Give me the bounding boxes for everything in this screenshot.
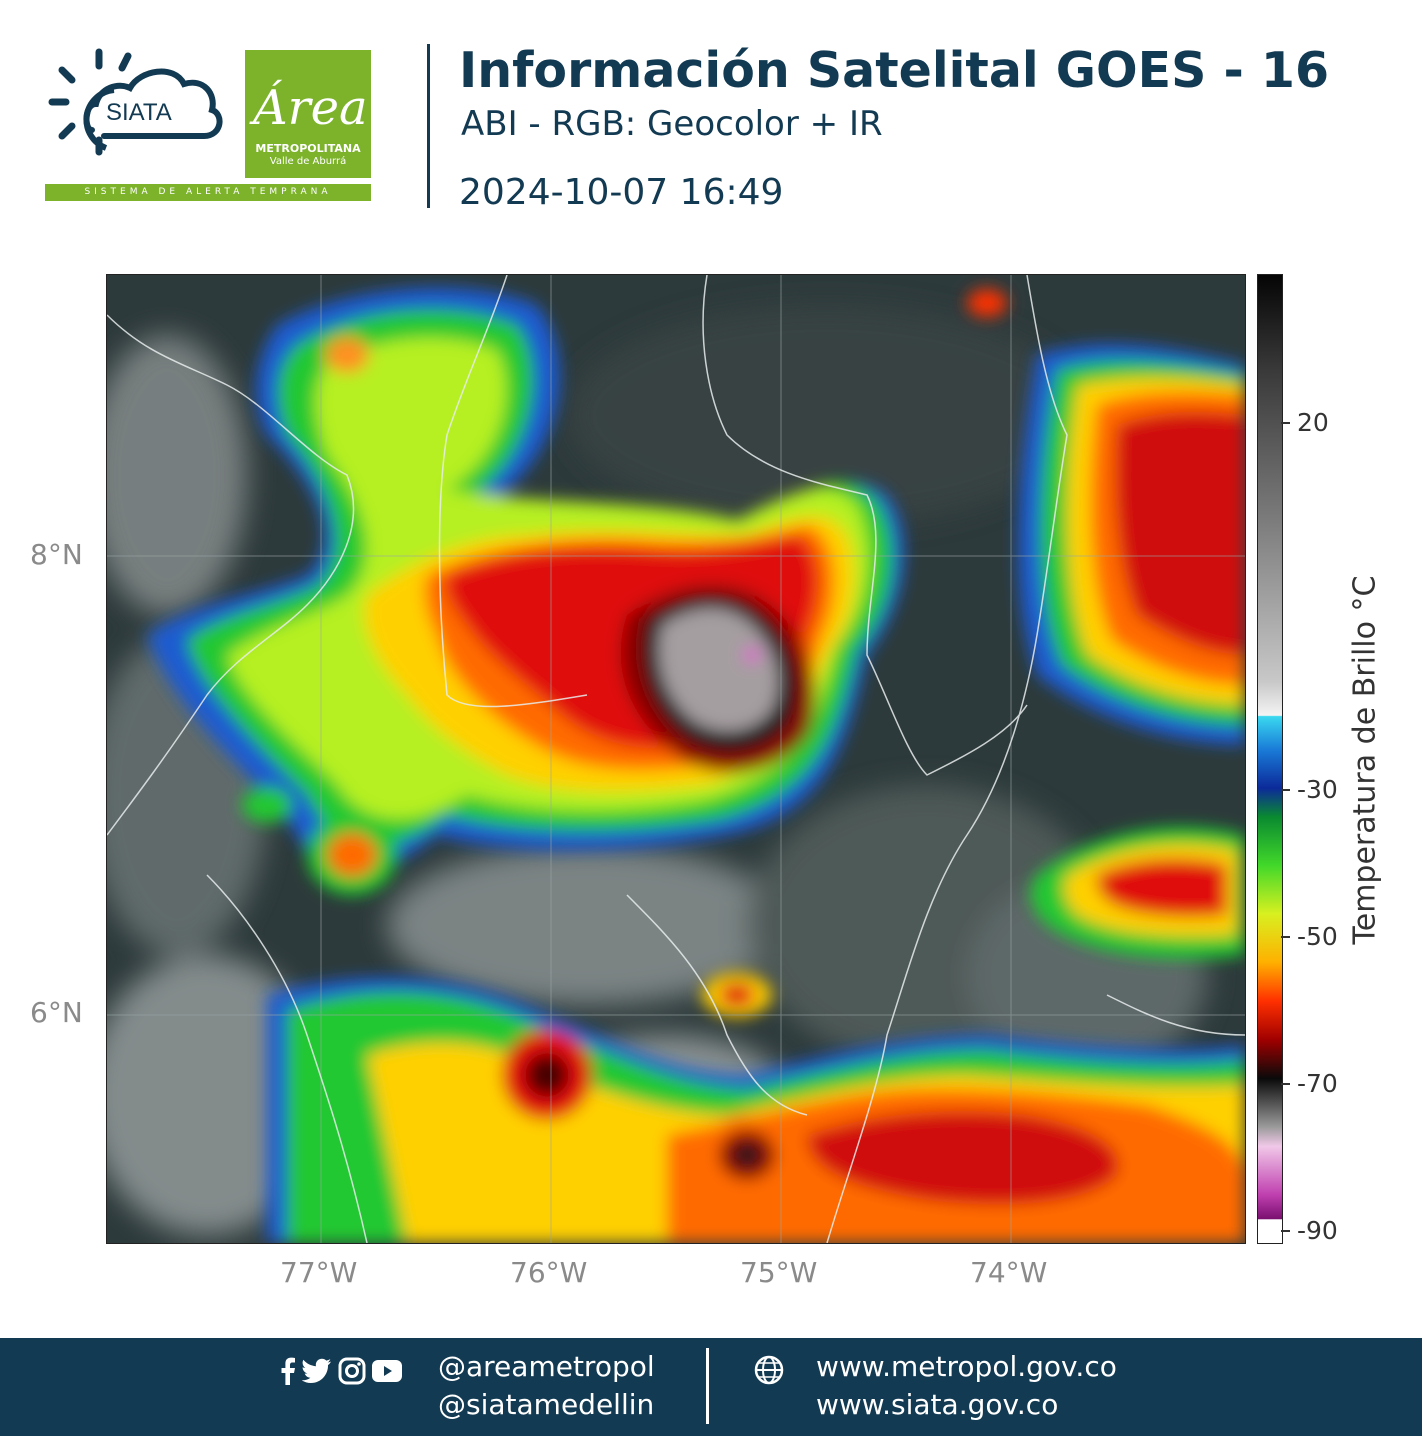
sun-cloud-icon: SIATA <box>48 48 223 156</box>
colorbar-label: -50 <box>1297 922 1338 951</box>
lon-label-74w: 74°W <box>970 1256 1048 1289</box>
area-logo-line1: METROPOLITANA <box>255 142 361 155</box>
area-logo-script: Área <box>253 80 368 136</box>
colorbar-tick <box>1281 789 1290 791</box>
lon-label-75w: 75°W <box>740 1256 818 1289</box>
page-title: Información Satelital GOES - 16 <box>459 42 1330 99</box>
area-logo-line2: Valle de Aburrá <box>269 156 347 167</box>
lon-label-77w: 77°W <box>280 1256 358 1289</box>
globe-icon <box>753 1354 785 1390</box>
header-divider <box>427 44 430 208</box>
lat-label-6n: 6°N <box>30 996 83 1029</box>
social-handle-1[interactable]: @areametropol <box>438 1350 655 1383</box>
colorbar-tick <box>1281 936 1290 938</box>
footer: @areametropol @siatamedellin www.metropo… <box>0 1338 1422 1436</box>
timestamp: 2024-10-07 16:49 <box>459 172 784 213</box>
colorbar-title: Temperatura de Brillo °C <box>1347 575 1383 945</box>
colorbar <box>1257 274 1283 1244</box>
colorbar-tick <box>1281 1083 1290 1085</box>
lat-label-8n: 8°N <box>30 538 83 571</box>
colorbar-tick <box>1281 422 1290 424</box>
tagline: SISTEMA DE ALERTA TEMPRANA <box>45 184 371 201</box>
colorbar-gradient <box>1258 275 1282 1243</box>
youtube-icon[interactable] <box>372 1360 402 1382</box>
website-link-2[interactable]: www.siata.gov.co <box>816 1388 1058 1421</box>
page-subtitle: ABI - RGB: Geocolor + IR <box>461 104 883 144</box>
facebook-icon[interactable] <box>280 1357 296 1385</box>
footer-divider <box>706 1348 709 1424</box>
social-handle-2[interactable]: @siatamedellin <box>438 1388 654 1421</box>
instagram-icon[interactable] <box>338 1357 366 1385</box>
siata-logo: SIATA <box>44 48 244 160</box>
colorbar-label: -30 <box>1297 775 1338 804</box>
social-icons <box>280 1356 402 1386</box>
colorbar-tick <box>1281 1230 1290 1232</box>
satellite-map <box>106 274 1246 1244</box>
satellite-image <box>107 275 1245 1243</box>
svg-text:SIATA: SIATA <box>106 99 172 126</box>
twitter-icon[interactable] <box>302 1358 332 1384</box>
colorbar-label: 20 <box>1297 408 1329 437</box>
header: SIATA Área METROPOLITANA Valle de Aburrá… <box>0 0 1422 240</box>
area-metropolitana-logo: Área METROPOLITANA Valle de Aburrá <box>245 50 371 178</box>
lon-label-76w: 76°W <box>510 1256 588 1289</box>
colorbar-label: -70 <box>1297 1069 1338 1098</box>
colorbar-label: -90 <box>1297 1216 1338 1245</box>
website-link-1[interactable]: www.metropol.gov.co <box>816 1350 1117 1383</box>
